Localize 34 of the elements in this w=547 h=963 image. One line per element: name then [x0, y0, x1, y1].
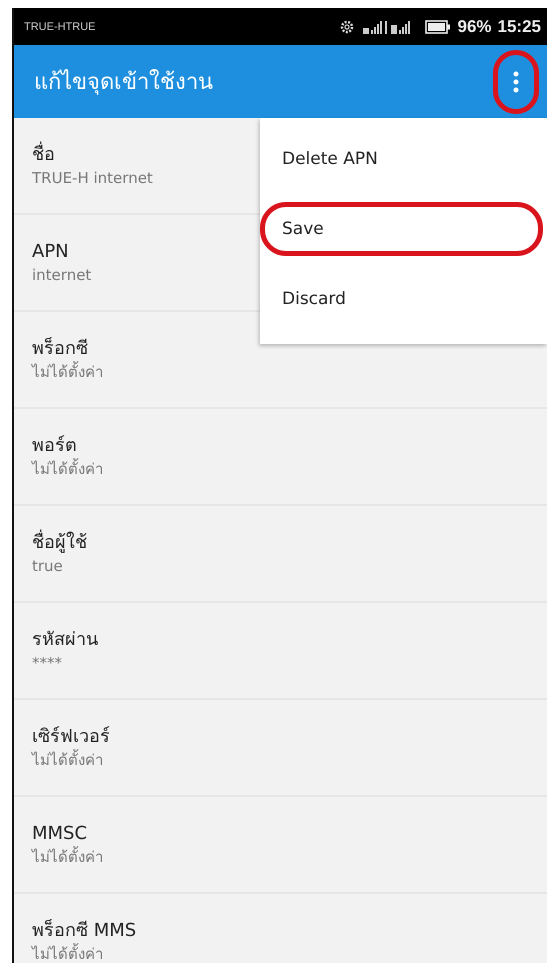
setting-label: พร็อกซี MMS — [32, 918, 136, 943]
battery-icon — [425, 20, 452, 34]
setting-label: พร็อกซี — [32, 336, 88, 361]
gear-icon — [339, 18, 356, 34]
setting-value: true — [32, 556, 63, 577]
setting-value: ไม่ได้ตั้งค่า — [32, 750, 103, 771]
setting-label: MMSC — [32, 822, 88, 846]
menu-item[interactable]: Save — [260, 202, 543, 256]
setting-item[interactable]: เซิร์ฟเวอร์ ไม่ได้ตั้งค่า — [14, 700, 547, 797]
setting-item[interactable]: รหัสผ่าน **** — [14, 603, 547, 700]
more-icon — [513, 70, 519, 92]
setting-value: ไม่ได้ตั้งค่า — [32, 458, 103, 480]
setting-item[interactable]: MMSC ไม่ได้ตั้งค่า — [14, 797, 547, 894]
screen-title: แก้ไขจุดเข้าใช้งาน — [34, 68, 213, 97]
setting-label: พอร์ต — [32, 434, 77, 458]
setting-value: ไม่ได้ตั้งค่า — [32, 362, 103, 383]
battery-percent: 96% — [457, 16, 492, 36]
setting-value: internet — [32, 264, 92, 286]
setting-item[interactable]: พร็อกซี MMS ไม่ได้ตั้งค่า — [14, 894, 547, 963]
setting-label: APN — [32, 240, 69, 264]
setting-item[interactable]: ชื่อผู้ใช้ true — [14, 506, 547, 603]
setting-value: ไม่ได้ตั้งค่า — [32, 846, 103, 868]
setting-value: TRUE-H internet — [32, 168, 153, 189]
setting-value: **** — [32, 652, 62, 674]
setting-label: ชื่อ — [32, 142, 55, 168]
setting-item[interactable]: พอร์ต ไม่ได้ตั้งค่า — [14, 409, 547, 506]
carrier-name: TRUE-HTRUE — [24, 20, 96, 32]
setting-label: เซิร์ฟเวอร์ — [32, 725, 110, 749]
setting-value: ไม่ได้ตั้งค่า — [32, 944, 103, 963]
clock: 15:25 — [498, 16, 541, 36]
setting-label: ชื่อผู้ใช้ — [32, 530, 87, 556]
more-options-button[interactable] — [493, 50, 539, 114]
setting-label: รหัสผ่าน — [32, 628, 98, 652]
menu-item[interactable]: Delete APN — [260, 124, 543, 194]
